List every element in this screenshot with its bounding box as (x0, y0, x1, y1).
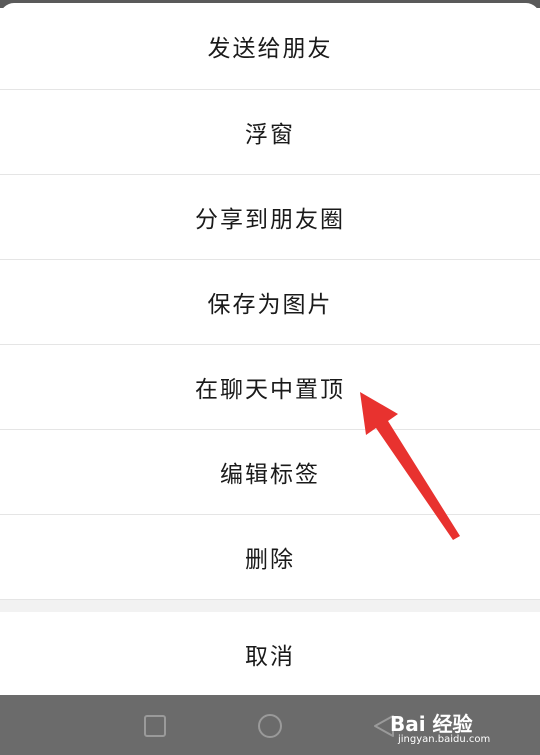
menu-separator (0, 600, 540, 612)
baidu-jingyan-watermark: Bai 经验 jingyan.baidu.com (390, 706, 510, 750)
menu-item-delete[interactable]: 删除 (0, 515, 540, 600)
action-menu: 发送给朋友 浮窗 分享到朋友圈 保存为图片 在聊天中置顶 编辑标签 删除 (0, 3, 540, 600)
menu-item-floating-window[interactable]: 浮窗 (0, 90, 540, 175)
menu-item-share-to-moments[interactable]: 分享到朋友圈 (0, 175, 540, 260)
menu-item-pin-chat[interactable]: 在聊天中置顶 (0, 345, 540, 430)
menu-item-send-to-friend[interactable]: 发送给朋友 (0, 3, 540, 90)
square-icon[interactable] (142, 713, 168, 739)
menu-item-save-as-image[interactable]: 保存为图片 (0, 260, 540, 345)
circle-icon[interactable] (257, 713, 283, 739)
watermark-url: jingyan.baidu.com (398, 734, 491, 745)
action-sheet: 发送给朋友 浮窗 分享到朋友圈 保存为图片 在聊天中置顶 编辑标签 删除 取消 (0, 3, 540, 695)
watermark-brand: Bai 经验 (390, 712, 473, 736)
cancel-button[interactable]: 取消 (0, 612, 540, 695)
menu-item-edit-tags[interactable]: 编辑标签 (0, 430, 540, 515)
